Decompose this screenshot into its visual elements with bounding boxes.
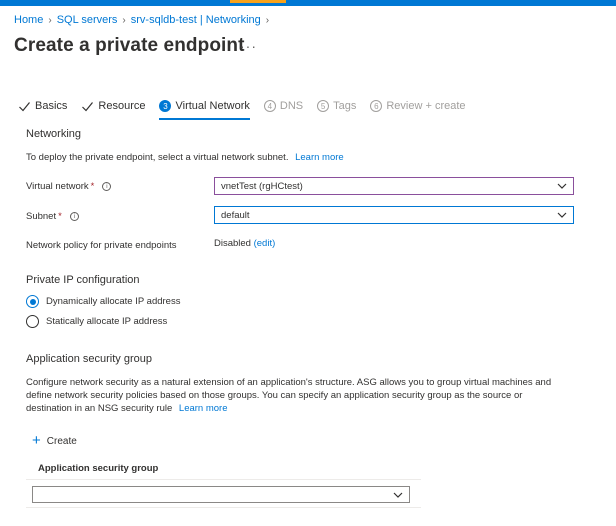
tab-label: Tags <box>333 100 357 112</box>
step-number-badge: 5 <box>317 100 330 112</box>
breadcrumb: Home › SQL servers › srv-sqldb-test | Ne… <box>14 14 274 26</box>
step-number-badge: 4 <box>263 100 276 112</box>
step-number-badge: 6 <box>370 100 383 112</box>
network-policy-edit-link[interactable]: (edit) <box>254 238 276 249</box>
page-title: Create a private endpoint <box>14 35 245 56</box>
tab-dns[interactable]: 4 DNS <box>263 96 304 116</box>
tab-label: DNS <box>279 100 304 112</box>
divider <box>26 479 421 480</box>
radio-dynamic-ip[interactable]: Dynamically allocate IP address <box>26 295 180 308</box>
tab-label: Virtual Network <box>175 100 250 112</box>
chevron-down-icon <box>557 212 567 218</box>
networking-description: To deploy the private endpoint, select a… <box>26 151 344 164</box>
radio-dynamic-ip-label: Dynamically allocate IP address <box>46 296 181 307</box>
subnet-dropdown[interactable]: default <box>214 206 574 224</box>
top-bar-highlight <box>230 0 286 3</box>
chevron-right-icon: › <box>48 14 52 26</box>
virtual-network-value: vnetTest (rgHCtest) <box>221 180 303 192</box>
chevron-right-icon: › <box>265 14 270 26</box>
radio-button-checked[interactable] <box>26 295 39 308</box>
tab-virtual-network[interactable]: 3 Virtual Network <box>159 96 251 120</box>
network-policy-value: Disabled (edit) <box>214 238 275 249</box>
networking-description-text: To deploy the private endpoint, select a… <box>26 152 289 163</box>
checkmark-icon <box>82 101 94 111</box>
plus-icon: + <box>32 432 41 449</box>
wizard-tabs: Basics Resource 3 Virtual Network 4 DNS … <box>18 96 480 120</box>
asg-description-line1: Configure network security as a natural … <box>26 377 552 388</box>
info-icon[interactable]: i <box>102 182 112 191</box>
radio-static-ip[interactable]: Statically allocate IP address <box>26 315 167 328</box>
chevron-down-icon <box>557 183 567 189</box>
chevron-right-icon: › <box>122 14 126 26</box>
private-ip-section-title: Private IP configuration <box>26 274 140 286</box>
chevron-down-icon <box>393 492 403 498</box>
subnet-label-text: Subnet <box>26 211 57 222</box>
network-policy-status: Disabled <box>214 238 251 249</box>
radio-static-ip-label: Statically allocate IP address <box>46 316 168 327</box>
asg-column-header: Application security group <box>38 463 159 474</box>
tab-review-create[interactable]: 6 Review + create <box>370 96 466 116</box>
create-asg-button[interactable]: + Create <box>32 432 77 449</box>
breadcrumb-home[interactable]: Home <box>14 14 43 26</box>
asg-description-line2: define network security policies based o… <box>26 390 523 401</box>
asg-section-title: Application security group <box>26 353 152 365</box>
asg-description-line3-row: destination in an NSG security rule Lear… <box>26 402 551 415</box>
asg-learn-more-link[interactable]: Learn more <box>179 403 228 414</box>
step-number-badge: 3 <box>159 100 172 112</box>
asg-dropdown[interactable] <box>32 486 410 503</box>
more-options-button[interactable]: ··· <box>240 38 257 54</box>
virtual-network-label-text: Virtual network <box>26 181 89 192</box>
subnet-label: Subnet * i <box>26 211 79 222</box>
virtual-network-label: Virtual network * i <box>26 181 112 192</box>
create-asg-label: Create <box>46 435 77 447</box>
tab-label: Basics <box>35 100 68 112</box>
required-asterisk: * <box>58 211 62 222</box>
networking-learn-more-link[interactable]: Learn more <box>295 152 344 163</box>
tab-basics[interactable]: Basics <box>18 96 67 116</box>
required-asterisk: * <box>90 181 95 192</box>
asg-description-line3: destination in an NSG security rule <box>26 403 173 414</box>
networking-section-title: Networking <box>26 128 82 140</box>
tab-label: Review + create <box>386 100 466 112</box>
network-policy-label: Network policy for private endpoints <box>26 240 177 251</box>
subnet-value: default <box>221 209 250 221</box>
breadcrumb-networking[interactable]: srv-sqldb-test | Networking <box>131 14 261 26</box>
checkmark-icon <box>19 101 30 111</box>
radio-button-unchecked[interactable] <box>26 315 39 328</box>
tab-label: Resource <box>98 100 146 112</box>
portal-top-bar <box>0 0 616 6</box>
info-icon[interactable]: i <box>69 212 79 221</box>
tab-resource[interactable]: Resource <box>81 96 145 116</box>
virtual-network-dropdown[interactable]: vnetTest (rgHCtest) <box>214 177 574 195</box>
asg-description: Configure network security as a natural … <box>26 376 551 415</box>
tab-tags[interactable]: 5 Tags <box>317 96 356 116</box>
divider <box>26 507 421 508</box>
breadcrumb-sql-servers[interactable]: SQL servers <box>57 14 118 26</box>
